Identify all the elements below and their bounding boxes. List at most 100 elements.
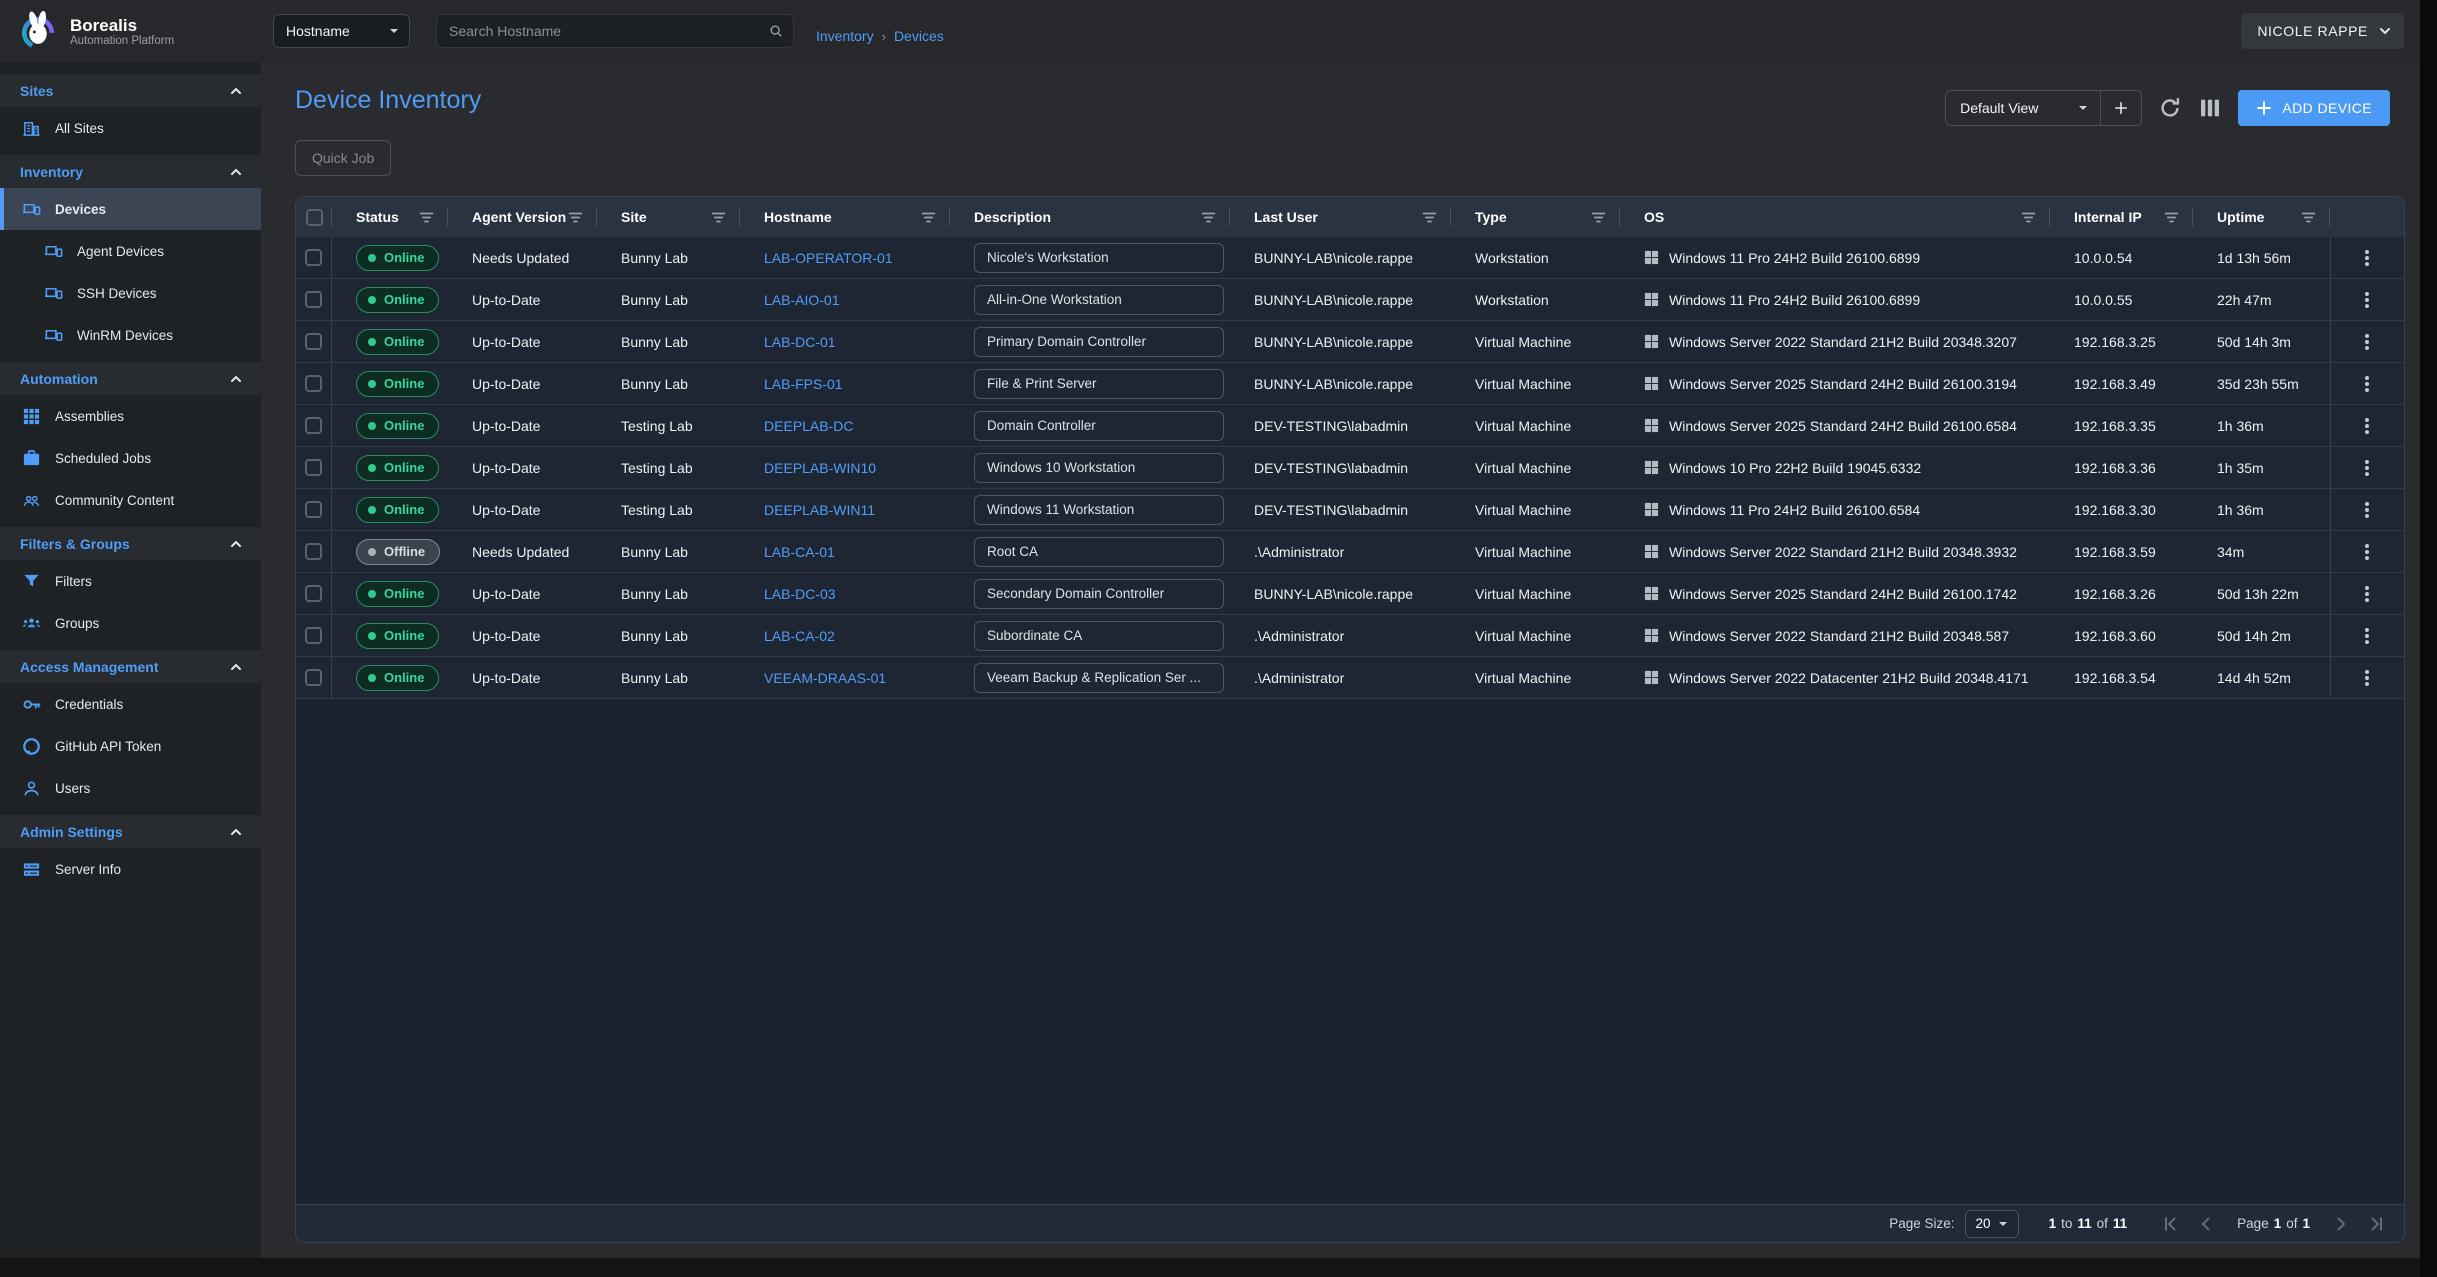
sidebar-item-users[interactable]: Users [0,767,261,809]
next-page-button[interactable] [2332,1215,2350,1233]
row-actions-button[interactable] [2356,247,2378,269]
filter-icon[interactable] [711,211,726,224]
description-field[interactable]: Veeam Backup & Replication Ser ... [974,663,1224,693]
row-actions-button[interactable] [2356,583,2378,605]
row-checkbox[interactable] [305,333,322,350]
description-field[interactable]: Root CA [974,537,1224,567]
hostname-link[interactable]: DEEPLAB-WIN10 [764,460,876,476]
sidebar-item-credentials[interactable]: Credentials [0,683,261,725]
filter-icon[interactable] [2021,211,2036,224]
breadcrumb-devices[interactable]: Devices [894,28,944,44]
refresh-button[interactable] [2158,96,2182,120]
filter-icon[interactable] [1422,211,1437,224]
sidebar-item-server-info[interactable]: Server Info [0,848,261,890]
columns-button[interactable] [2198,96,2222,120]
row-checkbox[interactable] [305,585,322,602]
sidebar-section-header-access-management[interactable]: Access Management [0,650,261,683]
description-field[interactable]: Secondary Domain Controller [974,579,1224,609]
row-checkbox[interactable] [305,543,322,560]
row-actions-button[interactable] [2356,289,2378,311]
save-view-button[interactable] [2101,91,2141,125]
select-all-checkbox[interactable] [306,209,323,226]
filter-icon[interactable] [921,211,936,224]
row-checkbox[interactable] [305,291,322,308]
hostname-link[interactable]: VEEAM-DRAAS-01 [764,670,886,686]
hostname-filter-select[interactable]: Hostname [273,14,410,48]
quick-job-button[interactable]: Quick Job [295,140,391,176]
sidebar-item-scheduled-jobs[interactable]: Scheduled Jobs [0,437,261,479]
sidebar-item-ssh-devices[interactable]: SSH Devices [0,272,261,314]
hostname-link[interactable]: LAB-DC-03 [764,586,836,602]
hostname-link[interactable]: LAB-OPERATOR-01 [764,250,893,266]
sidebar-item-filters[interactable]: Filters [0,560,261,602]
previous-page-button[interactable] [2197,1215,2215,1233]
row-checkbox[interactable] [305,459,322,476]
hostname-link[interactable]: LAB-DC-01 [764,334,836,350]
row-checkbox[interactable] [305,501,322,518]
description-field[interactable]: Windows 11 Workstation [974,495,1224,525]
row-checkbox[interactable] [305,669,322,686]
description-field[interactable]: Nicole's Workstation [974,243,1224,273]
hostname-link[interactable]: DEEPLAB-WIN11 [764,502,875,518]
description-field[interactable]: Primary Domain Controller [974,327,1224,357]
column-header-site[interactable]: Site [597,197,740,237]
hostname-link[interactable]: LAB-CA-02 [764,628,835,644]
column-header-description[interactable]: Description [950,197,1230,237]
hostname-link[interactable]: LAB-CA-01 [764,544,835,560]
column-header-agent-version[interactable]: Agent Version [448,197,597,237]
page-size-select[interactable]: 20 [1965,1210,2019,1238]
row-actions-button[interactable] [2356,331,2378,353]
row-actions-button[interactable] [2356,667,2378,689]
row-checkbox[interactable] [305,249,322,266]
sidebar-item-github-api-token[interactable]: GitHub API Token [0,725,261,767]
hostname-link[interactable]: LAB-FPS-01 [764,376,843,392]
column-header-os[interactable]: OS [1620,197,2050,237]
filter-icon[interactable] [1591,211,1606,224]
row-actions-button[interactable] [2356,373,2378,395]
filter-icon[interactable] [2301,211,2316,224]
column-header-type[interactable]: Type [1451,197,1620,237]
last-page-button[interactable] [2368,1215,2386,1233]
hostname-link[interactable]: LAB-AIO-01 [764,292,839,308]
sidebar-item-winrm-devices[interactable]: WinRM Devices [0,314,261,356]
column-header-status[interactable]: Status [332,197,448,237]
view-selector[interactable]: Default View [1946,91,2100,125]
sidebar-section-header-inventory[interactable]: Inventory [0,155,261,188]
sidebar-item-devices[interactable]: Devices [0,188,261,230]
filter-icon[interactable] [2164,211,2179,224]
row-actions-button[interactable] [2356,457,2378,479]
sidebar-section-header-sites[interactable]: Sites [0,74,261,107]
page-scrollbar[interactable] [2420,0,2437,1277]
hostname-link[interactable]: DEEPLAB-DC [764,418,853,434]
description-field[interactable]: Windows 10 Workstation [974,453,1224,483]
filter-icon[interactable] [1201,211,1216,224]
column-header-internal-ip[interactable]: Internal IP [2050,197,2193,237]
sidebar-item-community-content[interactable]: Community Content [0,479,261,521]
sidebar-section-header-automation[interactable]: Automation [0,362,261,395]
user-menu-button[interactable]: NICOLE RAPPE [2241,13,2404,49]
first-page-button[interactable] [2161,1215,2179,1233]
sidebar-item-agent-devices[interactable]: Agent Devices [0,230,261,272]
filter-icon[interactable] [419,211,434,224]
column-header-uptime[interactable]: Uptime [2193,197,2330,237]
row-checkbox[interactable] [305,417,322,434]
row-checkbox[interactable] [305,627,322,644]
add-device-button[interactable]: ADD DEVICE [2238,90,2390,126]
sidebar-section-header-filters-groups[interactable]: Filters & Groups [0,527,261,560]
search-input[interactable] [449,23,769,39]
description-field[interactable]: Domain Controller [974,411,1224,441]
row-checkbox[interactable] [305,375,322,392]
description-field[interactable]: Subordinate CA [974,621,1224,651]
row-actions-button[interactable] [2356,541,2378,563]
column-header-hostname[interactable]: Hostname [740,197,950,237]
sidebar-section-header-admin-settings[interactable]: Admin Settings [0,815,261,848]
row-actions-button[interactable] [2356,415,2378,437]
sidebar-item-all-sites[interactable]: All Sites [0,107,261,149]
filter-icon[interactable] [568,211,583,224]
breadcrumb-inventory[interactable]: Inventory [816,28,874,44]
sidebar-item-assemblies[interactable]: Assemblies [0,395,261,437]
description-field[interactable]: File & Print Server [974,369,1224,399]
row-actions-button[interactable] [2356,499,2378,521]
row-actions-button[interactable] [2356,625,2378,647]
column-header-last-user[interactable]: Last User [1230,197,1451,237]
